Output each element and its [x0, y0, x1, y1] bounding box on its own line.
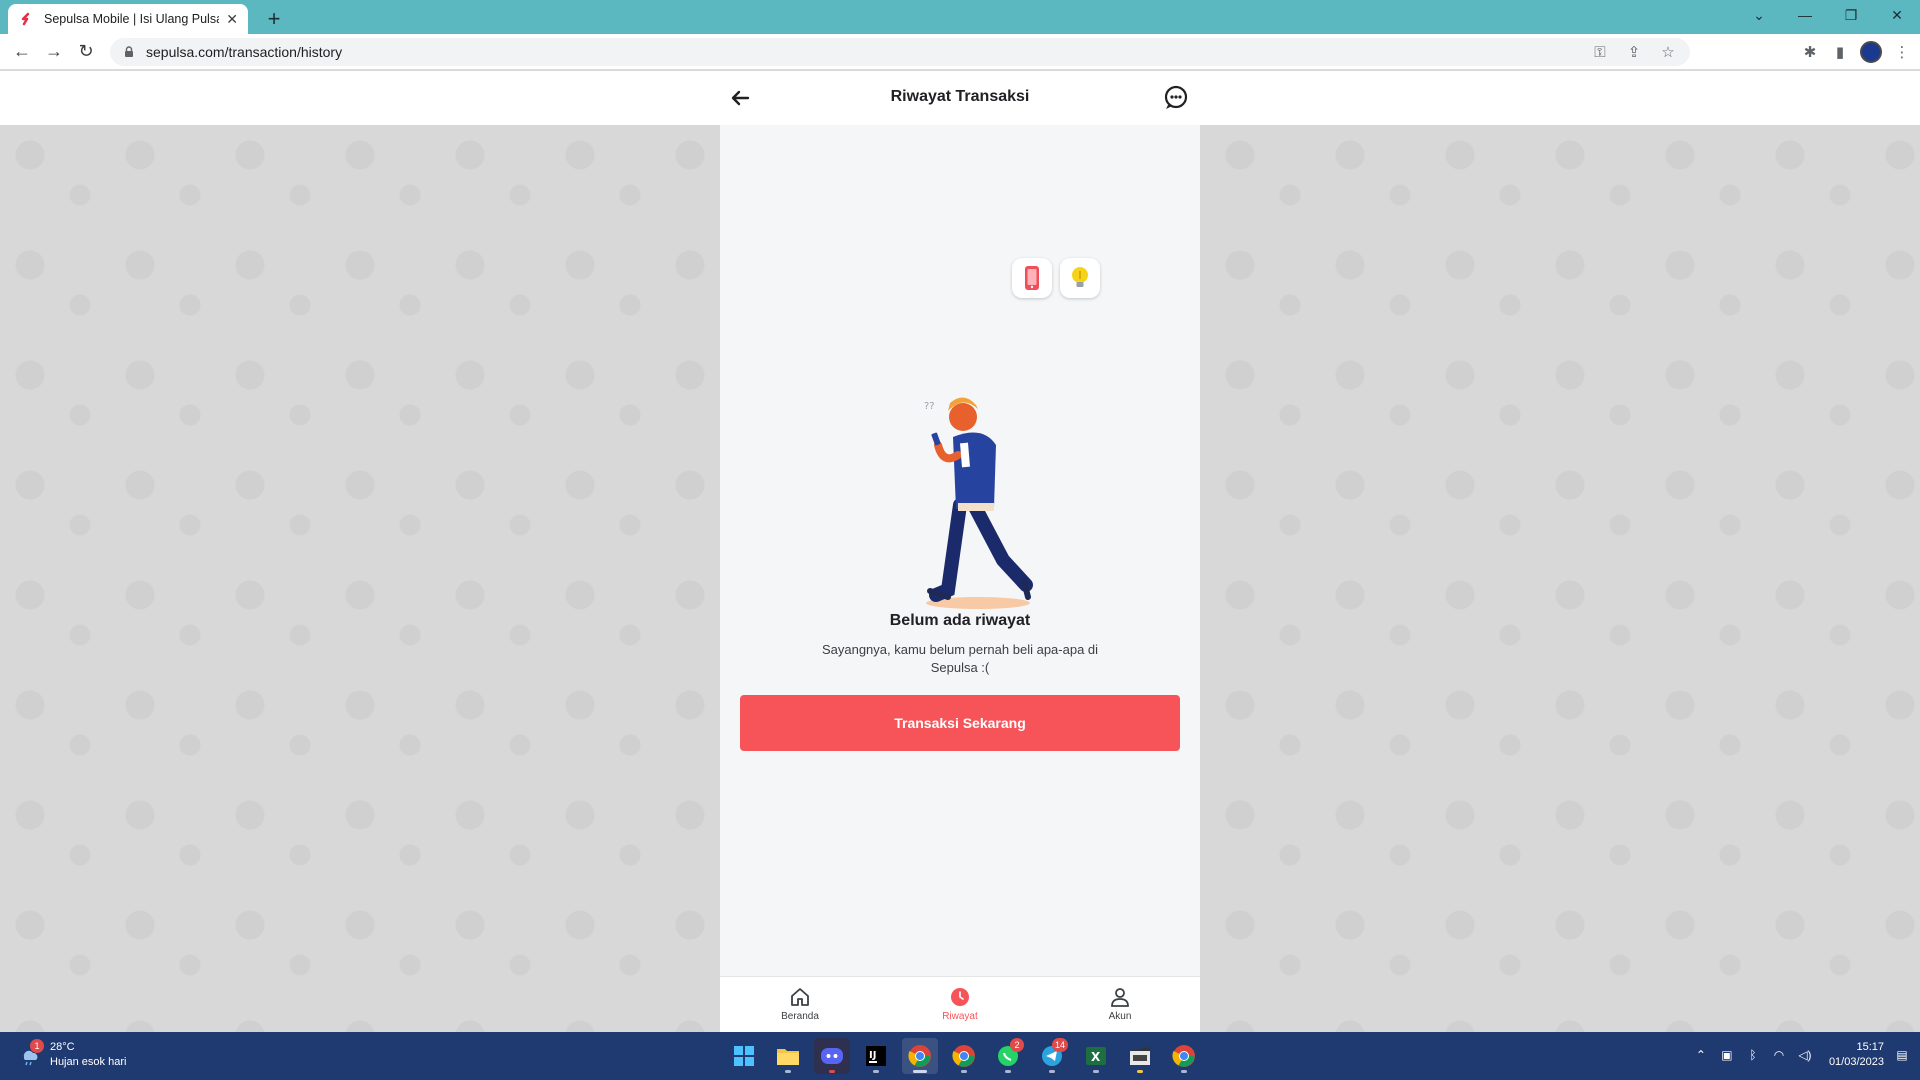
- url-text: sepulsa.com/transaction/history: [146, 44, 343, 60]
- nav-item-akun[interactable]: Akun: [1040, 977, 1200, 1032]
- key-icon[interactable]: ⚿: [1590, 42, 1610, 62]
- wifi-icon[interactable]: ◠: [1771, 1047, 1787, 1063]
- discord-icon[interactable]: [814, 1038, 850, 1074]
- whatsapp-icon[interactable]: 2: [990, 1038, 1026, 1074]
- nav-label-riwayat: Riwayat: [942, 1011, 978, 1022]
- user-icon: [1111, 988, 1129, 1007]
- clock-time: 15:17: [1856, 1041, 1884, 1053]
- empty-state-description: Sayangnya, kamu belum pernah beli apa-ap…: [821, 642, 1099, 675]
- browser-tab-active[interactable]: Sepulsa Mobile | Isi Ulang Pulsa ... ✕: [8, 4, 248, 34]
- system-tray: ⌃ ▣ ᛒ ◠ ◁) 15:17 01/03/2023 ▤: [1693, 1040, 1910, 1070]
- chat-support-icon[interactable]: [1163, 85, 1189, 111]
- bottom-navigation: Beranda Riwayat Akun: [720, 976, 1200, 1032]
- home-icon: [791, 988, 809, 1006]
- walking-person-illustration: ??: [924, 397, 1033, 609]
- page-title: Riwayat Transaksi: [890, 88, 1030, 105]
- transact-now-button[interactable]: Transaksi Sekarang: [740, 695, 1180, 751]
- intellij-icon[interactable]: IJ: [858, 1038, 894, 1074]
- back-nav-icon[interactable]: ←: [6, 36, 38, 68]
- minimize-button[interactable]: —: [1782, 0, 1828, 30]
- chevron-up-icon[interactable]: ⌃: [1693, 1047, 1709, 1063]
- share-icon[interactable]: ⇪: [1624, 42, 1644, 62]
- menu-kebab-icon[interactable]: ⋮: [1892, 42, 1912, 62]
- app-container: ?? Belum ada riwayat Sayangnya, kamu bel…: [720, 125, 1200, 1032]
- nav-label-akun: Akun: [1108, 1011, 1132, 1022]
- whatsapp-badge: 2: [1010, 1038, 1024, 1052]
- weather-desc: Hujan esok hari: [50, 1056, 127, 1068]
- windows-taskbar: 1 28°C Hujan esok hari IJ 2 14 X ⌃ ▣ ᛒ ◠…: [0, 1032, 1920, 1080]
- empty-state-title: Belum ada riwayat: [889, 612, 1031, 629]
- chrome-profile-icon[interactable]: [1166, 1038, 1202, 1074]
- nav-label-beranda: Beranda: [781, 1011, 819, 1022]
- profile-avatar[interactable]: [1860, 41, 1882, 63]
- notification-icon[interactable]: ▤: [1894, 1047, 1910, 1063]
- tab-close-icon[interactable]: ✕: [226, 12, 238, 26]
- history-icon: [951, 988, 969, 1006]
- tab-title: Sepulsa Mobile | Isi Ulang Pulsa ...: [44, 12, 219, 26]
- sepulsa-favicon-icon: [18, 11, 34, 27]
- clock[interactable]: 15:17 01/03/2023: [1829, 1040, 1884, 1070]
- telegram-badge: 14: [1051, 1038, 1068, 1052]
- lightbulb-badge-icon: [1060, 258, 1100, 298]
- weather-temp: 28°C: [50, 1041, 75, 1053]
- star-icon[interactable]: ☆: [1658, 42, 1678, 62]
- forward-nav-icon[interactable]: →: [38, 36, 70, 68]
- svg-text:IJ: IJ: [869, 1050, 876, 1061]
- extensions-icon[interactable]: ✱: [1800, 42, 1820, 62]
- page-header: Riwayat Transaksi: [0, 71, 1920, 125]
- nav-item-beranda[interactable]: Beranda: [720, 977, 880, 1032]
- tab-search-icon[interactable]: ⌄: [1736, 0, 1782, 30]
- new-tab-button[interactable]: +: [260, 5, 288, 33]
- nav-item-riwayat[interactable]: Riwayat: [880, 977, 1040, 1032]
- weather-rain-icon: 1: [18, 1039, 44, 1067]
- address-bar[interactable]: sepulsa.com/transaction/history ⚿ ⇪ ☆: [110, 38, 1690, 66]
- restore-button[interactable]: ❐: [1828, 0, 1874, 30]
- video-editor-icon[interactable]: [1122, 1038, 1158, 1074]
- file-explorer-icon[interactable]: [770, 1038, 806, 1074]
- volume-icon[interactable]: ◁): [1797, 1047, 1813, 1063]
- svg-text:??: ??: [924, 401, 935, 412]
- close-window-button[interactable]: ✕: [1874, 0, 1920, 30]
- svg-text:X: X: [1091, 1050, 1101, 1064]
- window-controls: ⌄ — ❐ ✕: [1736, 0, 1920, 30]
- chrome-icon[interactable]: [902, 1038, 938, 1074]
- taskbar-apps: IJ 2 14 X: [726, 1038, 1202, 1074]
- network-status-icon[interactable]: ▣: [1719, 1047, 1735, 1063]
- telegram-icon[interactable]: 14: [1034, 1038, 1070, 1074]
- chrome-alt-icon[interactable]: [946, 1038, 982, 1074]
- browser-tabstrip: Sepulsa Mobile | Isi Ulang Pulsa ... ✕ +…: [0, 0, 1920, 34]
- browser-toolbar: ← → ↻ sepulsa.com/transaction/history ⚿ …: [0, 34, 1920, 70]
- excel-icon[interactable]: X: [1078, 1038, 1114, 1074]
- windows-start-icon[interactable]: [726, 1038, 762, 1074]
- weather-widget[interactable]: 1 28°C Hujan esok hari: [18, 1039, 127, 1070]
- lock-icon: [125, 46, 133, 57]
- reload-icon[interactable]: ↻: [70, 36, 102, 68]
- bluetooth-icon[interactable]: ᛒ: [1745, 1047, 1761, 1063]
- side-panel-icon[interactable]: ▮: [1830, 42, 1850, 62]
- phone-badge-icon: [1012, 258, 1052, 298]
- weather-badge: 1: [30, 1039, 44, 1053]
- clock-date: 01/03/2023: [1828, 1056, 1884, 1068]
